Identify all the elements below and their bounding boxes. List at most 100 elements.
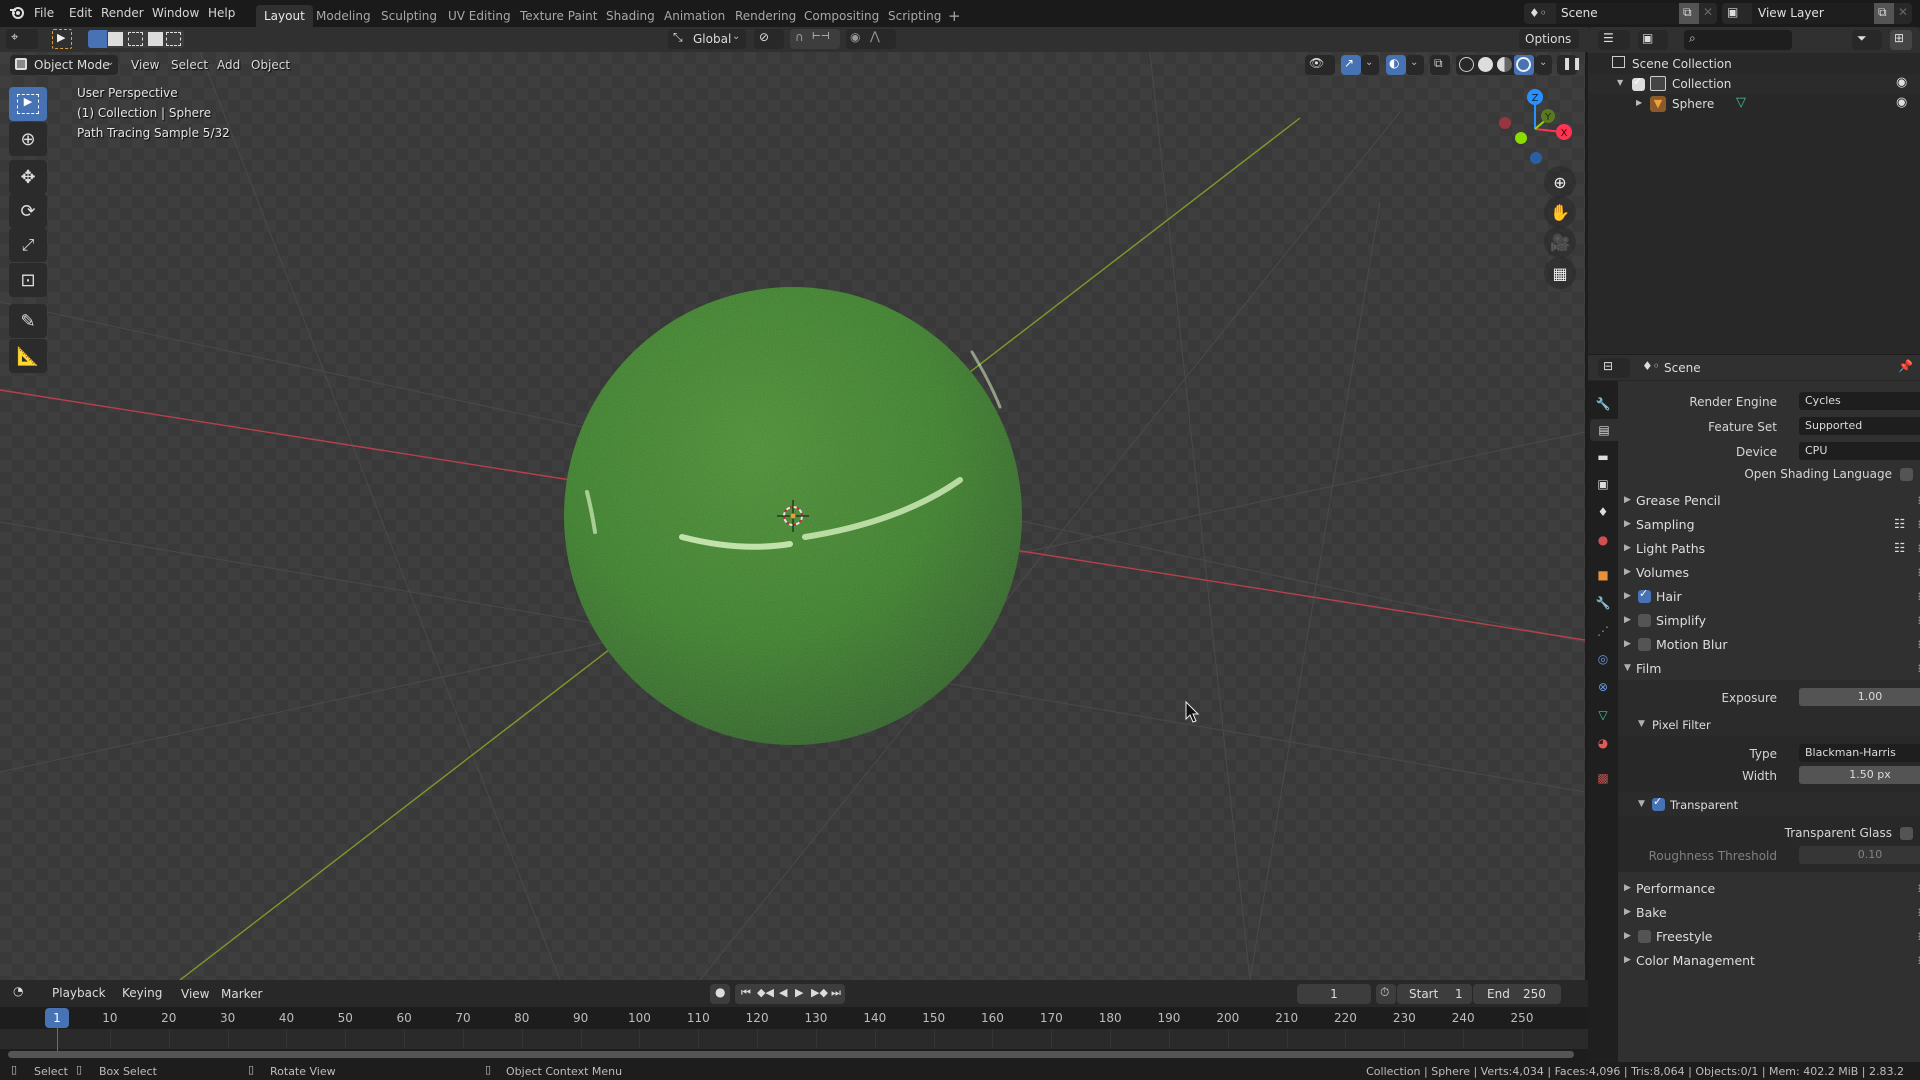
overlays-dropdown[interactable]: ⌄ [1406,55,1424,75]
shading-dropdown[interactable]: ⌄ [1536,55,1552,75]
tab-sculpting[interactable]: Sculpting [373,5,445,27]
panel-performance[interactable]: ▶ Performance [1618,878,1920,900]
new-scene-button[interactable]: ⧉ [1679,3,1699,24]
exposure-field[interactable]: 1.00 [1799,688,1920,706]
panel-volumes[interactable]: ▶ Volumes [1618,562,1920,584]
tab-animation[interactable]: Animation [656,5,733,27]
device-dropdown[interactable]: CPU⌄ [1799,442,1920,460]
current-frame-field[interactable]: 1 [1297,984,1371,1004]
roughness-threshold-field[interactable]: 0.10 [1799,846,1920,864]
tab-uv-editing[interactable]: UV Editing [440,5,519,27]
delete-scene-button[interactable]: ✕ [1699,3,1717,24]
marker-menu[interactable]: Marker [221,987,262,1001]
snap-toggle[interactable]: ∩ ⊢⊣ [790,29,840,49]
collection-exclude-checkbox[interactable] [1632,75,1645,91]
panel-bake[interactable]: ▶ Bake [1618,902,1920,924]
panel-color-management[interactable]: ▶ Color Management [1618,950,1920,972]
tab-compositing[interactable]: Compositing [796,5,887,27]
tool-scale[interactable]: ⤢ [9,228,47,262]
disclosure-triangle-icon[interactable]: ▼ [1617,78,1623,87]
select-mode-invert-button[interactable] [148,32,163,46]
transform-orientation-dropdown[interactable]: ⤡ Global ⌄ [668,29,746,49]
motion-blur-checkbox[interactable] [1638,638,1651,651]
menu-view[interactable]: View [131,58,159,72]
tab-layout[interactable]: Layout [256,5,313,27]
select-mode-intersect-button[interactable] [166,32,181,46]
shading-solid-button[interactable] [1478,57,1493,72]
start-frame-field[interactable]: Start 1 [1397,984,1472,1004]
menu-file[interactable]: File [34,6,54,20]
outliner-search-input[interactable]: ⌕ [1684,30,1792,50]
tab-texture-paint[interactable]: Texture Paint [512,5,605,27]
eye-icon[interactable]: ◉ [1896,75,1907,90]
gizmo-toggle[interactable]: ↗ [1341,55,1361,75]
add-workspace-button[interactable]: + [940,3,969,25]
tool-move[interactable]: ✥ [9,160,47,194]
tab-scripting[interactable]: Scripting [880,5,949,27]
tab-texture[interactable]: ▩ [1592,767,1614,789]
tool-rotate[interactable]: ⟳ [9,194,47,228]
hair-checkbox[interactable] [1638,587,1651,603]
new-collection-button[interactable]: ⊞ [1890,30,1912,50]
tool-select-toggle[interactable]: ▶ [52,29,72,49]
outliner-editor-type-button[interactable]: ☰ [1598,30,1630,50]
transparent-checkbox[interactable] [1652,795,1665,811]
tab-object-data[interactable]: ▽ [1592,704,1614,726]
play-icon[interactable]: ▶ [795,986,803,999]
pin-icon[interactable]: 📌 [1898,359,1913,373]
properties-editor-type-button[interactable]: ⊟ [1598,358,1630,378]
panel-sampling[interactable]: ▶ Sampling ☷ [1618,514,1920,536]
new-view-layer-button[interactable]: ⧉ [1874,3,1894,24]
next-keyframe-icon[interactable]: ▶◆ [811,986,828,999]
tool-annotate[interactable]: ✎ [9,304,47,338]
jump-end-icon[interactable]: ⏭ [831,986,841,1000]
timeline-channel-area[interactable] [0,1029,1588,1049]
tab-particles[interactable]: ⋰ [1592,620,1614,642]
select-mode-extend-button[interactable] [108,32,123,46]
simplify-checkbox[interactable] [1638,614,1651,627]
timeline-editor-type-button[interactable]: ◔ [8,983,40,1003]
tab-rendering[interactable]: Rendering [727,5,804,27]
mesh-data-icon[interactable]: ▽ [1736,95,1746,110]
tool-transform[interactable]: ⊡ [9,263,47,297]
tool-cursor[interactable]: ⊕ [9,122,47,156]
keying-menu[interactable]: Keying [116,983,174,1003]
outliner-row-sphere[interactable]: ▶ ▼ Sphere ▽ ◉ [1588,94,1920,114]
mode-dropdown[interactable]: Object Mode ⌄ [10,55,118,75]
tab-world[interactable]: ● [1592,529,1614,551]
select-mode-set-button[interactable] [88,30,107,48]
pixel-filter-subpanel-header[interactable]: ▼ Pixel Filter [1618,714,1920,736]
panel-freestyle[interactable]: ▶ Freestyle [1618,926,1920,948]
select-mode-subtract-button[interactable] [128,32,143,46]
filter-dropdown[interactable]: ⏷ [1852,30,1882,50]
menu-edit[interactable]: Edit [69,6,92,20]
tab-modifiers[interactable]: 🔧 [1592,592,1614,614]
tool-select-box[interactable]: ▶ [9,87,47,121]
panel-hair[interactable]: ▶ Hair [1618,586,1920,608]
tab-output[interactable]: ▬ [1592,446,1614,468]
tab-physics[interactable]: ◎ [1592,648,1614,670]
timeline-view-menu[interactable]: View [181,987,209,1001]
tab-tool[interactable]: 🔧 [1592,393,1614,415]
tab-view-layer[interactable]: ▣ [1592,473,1614,495]
feature-set-dropdown[interactable]: Supported⌄ [1799,417,1920,435]
panel-film[interactable]: ▼ Film [1618,658,1920,680]
tab-render[interactable]: ▤ [1590,419,1618,441]
tab-shading[interactable]: Shading [598,5,663,27]
scene-browse-button[interactable]: ♦◦ [1524,3,1556,24]
editor-type-button[interactable]: ⌖ [6,29,38,49]
expand-arrow-icon[interactable]: ▶ [1636,98,1642,107]
delete-view-layer-button[interactable]: ✕ [1894,3,1912,24]
end-frame-field[interactable]: End 250 [1473,984,1561,1004]
camera-view-button[interactable]: 🎥 [1544,226,1576,258]
transparent-subpanel-header[interactable]: ▼ Transparent [1618,794,1920,816]
menu-help[interactable]: Help [208,6,235,20]
prev-keyframe-icon[interactable]: ◆◀ [757,986,774,999]
options-dropdown[interactable]: Options [1519,29,1579,49]
filter-type-dropdown[interactable]: Blackman-Harris⌄ [1799,744,1920,762]
menu-select[interactable]: Select [171,58,208,72]
auto-keying-toggle[interactable]: ● [710,984,730,1004]
presets-list-icon[interactable]: ☷ [1894,540,1905,555]
presets-list-icon[interactable]: ☷ [1894,516,1905,531]
tab-constraints[interactable]: ⊗ [1592,676,1614,698]
